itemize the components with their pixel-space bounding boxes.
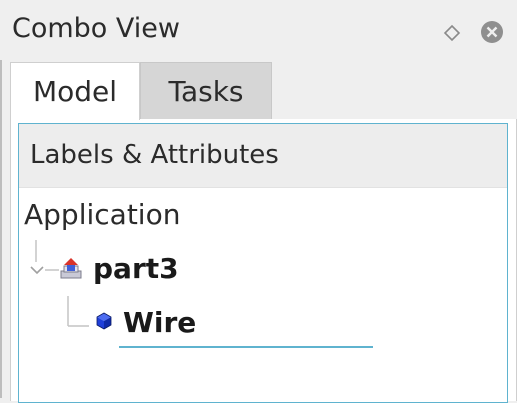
rename-edit-underline [119,346,373,348]
tree-view[interactable]: Labels & Attributes Application part3 Wi… [18,123,508,403]
tree-item-label: part3 [93,252,179,285]
tab-model[interactable]: Model [10,62,140,120]
panel-left-border [0,60,2,398]
tree-header-label: Labels & Attributes [30,140,279,170]
title-bar: Combo View [0,0,517,60]
part-container-icon [59,256,83,286]
tree-item-part3[interactable]: part3 [19,250,319,290]
tree-header[interactable]: Labels & Attributes [19,124,507,188]
close-icon[interactable] [480,20,504,44]
combo-view-panel: Combo View Model Tasks Labels & Attribut… [0,0,517,403]
tree-branch-stub [45,269,59,271]
panel-title: Combo View [12,13,180,44]
blue-cube-icon [93,310,115,336]
tree-item-label: Wire [123,306,197,339]
chevron-down-icon[interactable] [29,262,45,281]
tree-root-application[interactable]: Application [24,198,180,231]
tab-tasks[interactable]: Tasks [140,62,272,120]
tree-item-wire[interactable]: Wire [19,304,379,344]
float-diamond-icon[interactable] [443,24,461,42]
